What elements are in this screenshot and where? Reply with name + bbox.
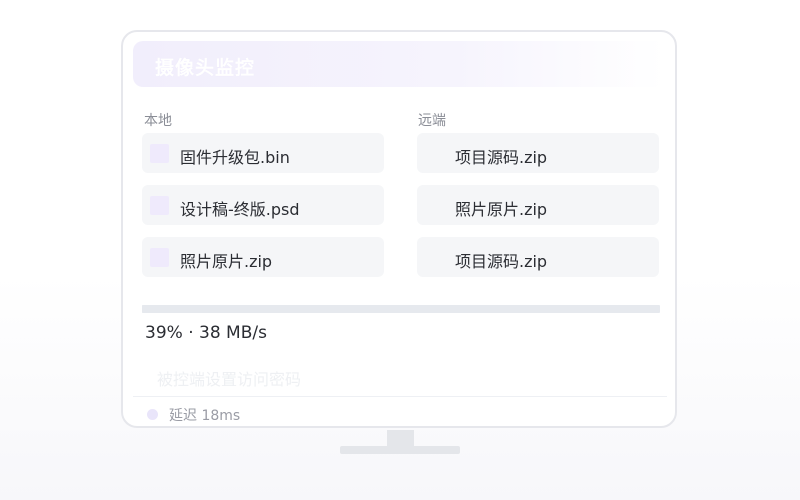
remote-file-item[interactable]: 照片原片.zip	[417, 185, 659, 225]
remote-file-item[interactable]: 项目源码.zip	[417, 237, 659, 277]
monitor-frame: 摄像头监控 本地 远端 固件升级包.bin 设计稿-终版.psd 照片原片.zi…	[121, 30, 677, 428]
file-icon	[150, 248, 169, 267]
monitor-stand-neck	[387, 430, 414, 446]
local-column-label: 本地	[144, 113, 172, 129]
remote-file-name: 项目源码.zip	[455, 252, 548, 271]
local-file-name: 固件升级包.bin	[180, 148, 290, 167]
remote-column-label: 远端	[418, 113, 446, 129]
file-icon	[150, 144, 169, 163]
screen-stage: 摄像头监控 本地 远端 固件升级包.bin 设计稿-终版.psd 照片原片.zi…	[0, 0, 800, 500]
window-title: 摄像头监控	[155, 57, 256, 79]
local-file-item[interactable]: 固件升级包.bin	[142, 133, 384, 173]
remote-file-name: 项目源码.zip	[455, 148, 548, 167]
local-file-name: 照片原片.zip	[180, 252, 273, 271]
local-file-name: 设计稿-终版.psd	[180, 200, 300, 219]
transfer-progress-fill	[142, 305, 345, 313]
local-file-item[interactable]: 设计稿-终版.psd	[142, 185, 384, 225]
window-header: 摄像头监控	[133, 41, 665, 87]
local-file-item[interactable]: 照片原片.zip	[142, 237, 384, 277]
connection-status-dot-icon	[147, 409, 158, 420]
latency-text: 延迟 18ms	[169, 408, 241, 424]
file-icon	[150, 196, 169, 215]
transfer-status-text: 39% · 38 MB/s	[145, 323, 267, 343]
remote-file-item[interactable]: 项目源码.zip	[417, 133, 659, 173]
footer-divider	[133, 396, 667, 397]
remote-file-name: 照片原片.zip	[455, 200, 548, 219]
password-hint-text: 被控端设置访问密码	[157, 370, 302, 389]
monitor-stand-base	[340, 446, 460, 454]
transfer-progress-bar	[142, 305, 660, 313]
